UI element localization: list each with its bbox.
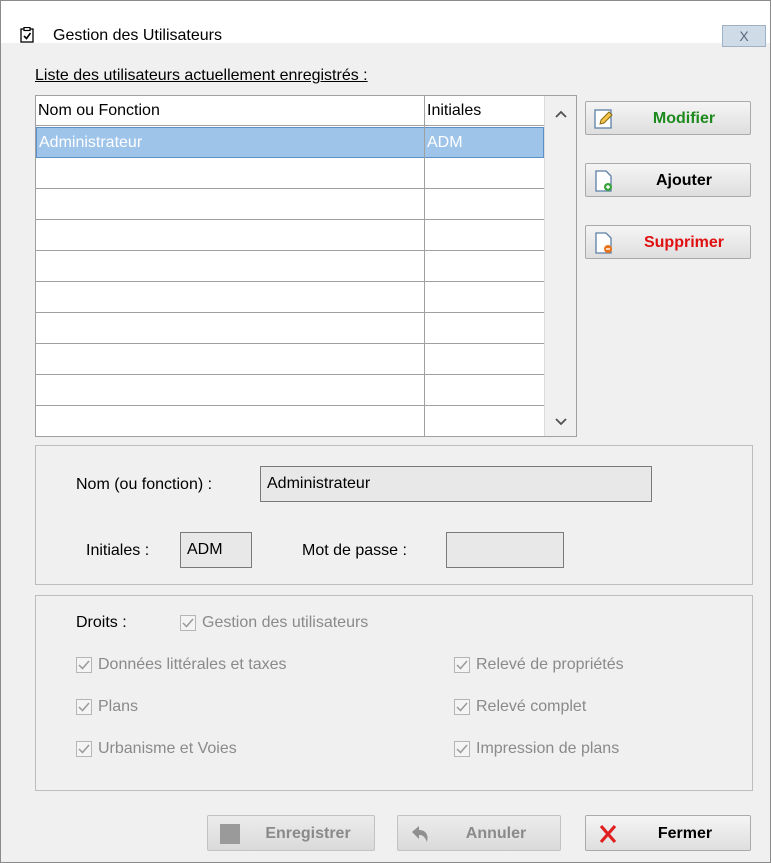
table-scrollbar[interactable]: [544, 96, 576, 436]
add-document-icon: [595, 170, 612, 192]
right-urbanism-checkbox[interactable]: Urbanisme et Voies: [76, 740, 237, 758]
cell-name: [36, 251, 38, 281]
check-icon: [454, 657, 470, 673]
cell-name: Administrateur: [39, 134, 143, 151]
table-row[interactable]: [36, 406, 544, 436]
right-plans-label: Plans: [98, 698, 139, 715]
right-print-plans-label: Impression de plans: [476, 740, 620, 757]
title-bar: Gestion des Utilisateurs X: [1, 1, 770, 47]
check-icon: [454, 741, 470, 757]
chevron-up-icon[interactable]: [553, 106, 569, 122]
add-button-label: Ajouter: [656, 172, 712, 189]
cell-name: [36, 344, 38, 374]
column-header-name[interactable]: Nom ou Fonction: [36, 96, 160, 126]
close-window-button[interactable]: X: [722, 25, 766, 47]
chevron-down-icon[interactable]: [553, 414, 569, 430]
cancel-button[interactable]: Annuler: [397, 815, 561, 851]
save-button-label: Enregistrer: [265, 825, 351, 842]
rights-panel: Droits : Gestion des utilisateurs Donnée…: [35, 595, 753, 791]
edit-pencil-icon: [594, 109, 613, 129]
user-details-panel: Nom (ou fonction) : Administrateur Initi…: [35, 445, 753, 585]
add-button[interactable]: Ajouter: [585, 163, 751, 197]
name-field[interactable]: Administrateur: [260, 466, 652, 502]
cell-initials: ADM: [427, 134, 463, 151]
users-list-label: Liste des utilisateurs actuellement enre…: [35, 67, 368, 84]
cell-name: [36, 220, 38, 250]
rights-label: Droits :: [76, 614, 127, 631]
close-button[interactable]: Fermer: [585, 815, 751, 851]
table-row[interactable]: [36, 158, 544, 189]
cell-name: [36, 189, 38, 219]
right-user-management-checkbox[interactable]: Gestion des utilisateurs: [180, 614, 368, 632]
cell-name: [36, 282, 38, 312]
clipboard-check-icon: [20, 27, 34, 43]
column-separator: [424, 96, 425, 436]
table-row[interactable]: [36, 189, 544, 220]
check-icon: [180, 615, 196, 631]
close-x-icon: [599, 824, 617, 844]
table-row[interactable]: [36, 344, 544, 375]
right-literal-data-checkbox[interactable]: Données littérales et taxes: [76, 656, 287, 674]
check-icon: [76, 657, 92, 673]
cancel-button-label: Annuler: [465, 825, 527, 842]
table-row[interactable]: [36, 251, 544, 282]
undo-arrow-icon: [412, 826, 428, 842]
check-icon: [76, 699, 92, 715]
delete-button-label: Supprimer: [643, 234, 724, 251]
check-icon: [76, 741, 92, 757]
column-header-initials[interactable]: Initiales: [425, 96, 481, 126]
close-button-label: Fermer: [657, 825, 713, 842]
cell-name: [36, 313, 38, 343]
close-icon: X: [739, 28, 749, 44]
right-full-statement-label: Relevé complet: [476, 698, 587, 715]
window-title: Gestion des Utilisateurs: [53, 27, 222, 44]
right-plans-checkbox[interactable]: Plans: [76, 698, 138, 716]
user-management-dialog: Gestion des Utilisateurs X Liste des uti…: [0, 0, 771, 863]
initials-label: Initiales :: [86, 542, 150, 559]
right-property-statement-label: Relevé de propriétés: [476, 656, 624, 673]
cell-name: [36, 375, 38, 405]
initials-field[interactable]: ADM: [180, 532, 252, 568]
cell-name: [36, 158, 38, 188]
right-user-management-label: Gestion des utilisateurs: [202, 614, 369, 631]
save-button[interactable]: Enregistrer: [207, 815, 375, 851]
right-print-plans-checkbox[interactable]: Impression de plans: [454, 740, 619, 758]
modify-button[interactable]: Modifier: [585, 101, 751, 135]
right-literal-data-label: Données littérales et taxes: [98, 656, 287, 673]
delete-button[interactable]: Supprimer: [585, 225, 751, 259]
users-table[interactable]: Nom ou Fonction Initiales Administrateur…: [35, 95, 577, 437]
name-label: Nom (ou fonction) :: [76, 476, 213, 493]
right-full-statement-checkbox[interactable]: Relevé complet: [454, 698, 586, 716]
table-row[interactable]: Administrateur ADM: [36, 127, 544, 158]
cell-name: [36, 406, 38, 436]
save-disk-icon: [220, 824, 240, 844]
right-property-statement-checkbox[interactable]: Relevé de propriétés: [454, 656, 624, 674]
table-row[interactable]: [36, 220, 544, 251]
remove-document-icon: [595, 232, 612, 254]
table-row[interactable]: [36, 313, 544, 344]
right-urbanism-label: Urbanisme et Voies: [98, 740, 237, 757]
table-row[interactable]: [36, 282, 544, 313]
password-label: Mot de passe :: [302, 542, 407, 559]
modify-button-label: Modifier: [652, 110, 716, 127]
table-row[interactable]: [36, 375, 544, 406]
password-field[interactable]: [446, 532, 564, 568]
table-header: Nom ou Fonction Initiales: [36, 96, 544, 126]
check-icon: [454, 699, 470, 715]
